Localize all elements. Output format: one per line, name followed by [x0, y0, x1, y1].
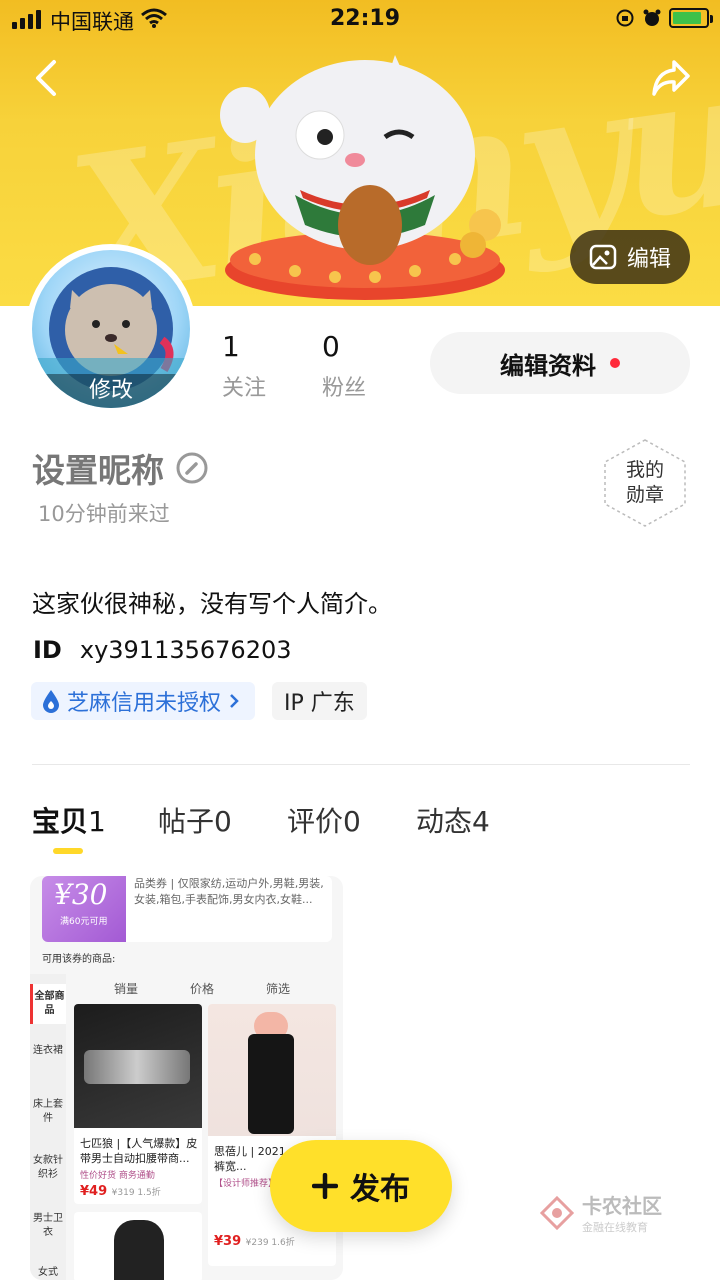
mascot-illustration	[220, 55, 505, 300]
product-price: ¥39 ¥239 1.6折	[214, 1234, 295, 1249]
chevron-right-icon	[230, 694, 239, 708]
coupon-description: 品类券 | 仅限家纺,运动户外,男鞋,男装,女装,箱包,手表配饰,男女内衣,女鞋…	[134, 877, 324, 906]
sesame-label: 芝麻信用未授权	[67, 691, 222, 716]
active-tab-indicator	[53, 848, 83, 854]
following-count[interactable]: 1	[222, 330, 240, 363]
nickname-row[interactable]: 设置昵称	[32, 444, 208, 492]
category-item: 连衣裙	[33, 1045, 63, 1056]
watermark: 卡农社区 金融在线教育	[540, 1190, 662, 1235]
watermark-logo	[540, 1195, 574, 1230]
product-price: ¥49 ¥319 1.5折	[80, 1184, 161, 1199]
alarm-icon	[643, 9, 661, 26]
product-image	[208, 1004, 336, 1136]
signal-icon	[12, 10, 41, 29]
sort-sales: 销量	[114, 982, 139, 996]
tab-activity[interactable]: 动态4	[416, 800, 490, 840]
divider	[32, 764, 690, 765]
edit-cover-label: 编辑	[626, 247, 671, 272]
product-tile	[74, 1212, 202, 1280]
edit-profile-button[interactable]: 编辑资料	[430, 332, 690, 394]
avatar[interactable]: 修改	[26, 244, 196, 414]
tab-posts[interactable]: 帖子0	[158, 800, 232, 840]
product-tag: 【设计师推荐】	[214, 1179, 278, 1189]
tab-items[interactable]: 宝贝1	[32, 800, 106, 840]
category-item: 女式	[38, 1267, 58, 1278]
image-icon	[589, 244, 617, 270]
carrier-name: 中国联通	[50, 10, 134, 34]
product-title: 七匹狼 |【人气爆款】皮带男士自动扣腰带商...	[80, 1137, 198, 1165]
battery-icon	[669, 8, 713, 28]
category-sidebar: 全部商品 连衣裙 床上套件 女款针织衫 男士卫衣 女式	[30, 974, 66, 1280]
coupon-condition: 满60元可用	[60, 917, 108, 927]
sort-price: 价格	[190, 982, 215, 996]
edit-cover-button[interactable]: 编辑	[570, 230, 690, 284]
bio: 这家伙很神秘，没有写个人简介。	[32, 590, 392, 618]
watermark-subtitle: 金融在线教育	[582, 1221, 648, 1234]
edit-pencil-icon	[176, 452, 208, 484]
followers-label[interactable]: 粉丝	[322, 370, 366, 402]
ip-location-chip: IP 广东	[272, 682, 367, 720]
following-label[interactable]: 关注	[222, 370, 266, 402]
sesame-credit-chip[interactable]: 芝麻信用未授权	[31, 682, 256, 720]
status-bar: 中国联通 22:19	[0, 0, 720, 40]
user-id-row[interactable]: ID xy391135676203	[33, 636, 292, 664]
orientation-lock-icon	[616, 9, 634, 27]
my-medals-button[interactable]: 我的 勋章	[603, 438, 687, 528]
followers-count[interactable]: 0	[322, 330, 340, 363]
notification-dot	[610, 358, 620, 368]
id-label: ID	[33, 636, 62, 664]
publish-label: 发布	[350, 1172, 410, 1207]
avatar-modify-label[interactable]: 修改	[32, 374, 190, 408]
category-item: 女款针织衫	[33, 1155, 63, 1180]
water-drop-icon	[43, 690, 59, 713]
category-item: 全部商品	[30, 984, 66, 1024]
publish-button[interactable]: 发布	[270, 1140, 452, 1232]
clock: 22:19	[330, 6, 401, 31]
sort-filter: 筛选	[266, 982, 291, 996]
edit-profile-label: 编辑资料	[500, 351, 596, 380]
last-seen: 10分钟前来过	[38, 502, 170, 526]
product-image	[74, 1004, 202, 1128]
wifi-icon	[141, 8, 167, 28]
back-icon[interactable]	[32, 58, 62, 98]
coupon-banner: ¥30 满60元可用 品类券 | 仅限家纺,运动户外,男鞋,男装,女装,箱包,手…	[42, 876, 332, 942]
id-value: xy391135676203	[79, 636, 292, 664]
medal-label-line1: 我的	[625, 459, 664, 481]
watermark-title: 卡农社区	[582, 1194, 662, 1218]
product-tag: 性价好货 商务通勤	[80, 1171, 155, 1181]
usable-goods-label: 可用该券的商品:	[42, 954, 116, 965]
medal-label-line2: 勋章	[625, 484, 664, 506]
product-tile: 七匹狼 |【人气爆款】皮带男士自动扣腰带商... 性价好货 商务通勤 ¥49 ¥…	[74, 1004, 202, 1204]
tab-reviews[interactable]: 评价0	[287, 800, 361, 840]
plus-icon	[312, 1173, 338, 1199]
category-item: 床上套件	[33, 1099, 63, 1124]
nickname: 设置昵称	[32, 451, 164, 490]
share-icon[interactable]	[650, 58, 692, 98]
coupon-value: ¥30	[54, 878, 108, 911]
category-item: 男士卫衣	[33, 1213, 63, 1238]
